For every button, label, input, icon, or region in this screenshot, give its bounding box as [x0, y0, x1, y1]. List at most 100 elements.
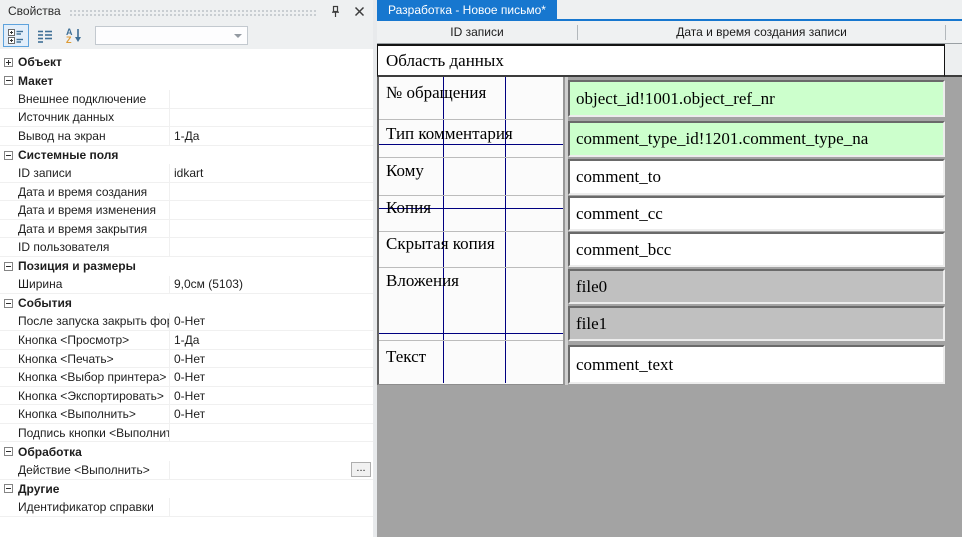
data-area-band[interactable]: Область данных	[377, 44, 945, 77]
collapse-icon[interactable]	[4, 151, 13, 160]
titlebar-grip	[69, 9, 317, 16]
collapse-icon[interactable]	[4, 299, 13, 308]
pin-button[interactable]	[325, 2, 345, 20]
form-field-label[interactable]: Копия	[386, 198, 431, 218]
property-row[interactable]: Подпись кнопки <Выполнить>	[0, 424, 373, 443]
property-value[interactable]: 1-Да	[169, 127, 373, 145]
property-name: Внешнее подключение	[0, 92, 169, 106]
property-row[interactable]: ID пользователя	[0, 238, 373, 257]
property-row[interactable]: Дата и время закрытия	[0, 220, 373, 239]
close-button[interactable]	[349, 2, 369, 20]
property-row[interactable]: Источник данных	[0, 109, 373, 128]
property-row[interactable]: Действие <Выполнить>...	[0, 461, 373, 480]
label-cell-separator	[379, 340, 563, 341]
property-name: Вывод на экран	[0, 129, 169, 143]
label-cell-separator	[379, 157, 563, 158]
property-name: Кнопка <Просмотр>	[0, 333, 169, 347]
property-value[interactable]	[169, 424, 373, 442]
property-value[interactable]: 9,0см (5103)	[169, 276, 373, 294]
property-row[interactable]: Идентификатор справки	[0, 498, 373, 517]
property-value[interactable]	[169, 183, 373, 201]
form-field-label[interactable]: Кому	[386, 161, 424, 181]
property-row[interactable]: Вывод на экран1-Да	[0, 127, 373, 146]
property-category-row[interactable]: Системные поля	[0, 146, 373, 165]
alphabetical-view-button[interactable]	[32, 24, 58, 47]
property-row[interactable]: Кнопка <Просмотр>1-Да	[0, 331, 373, 350]
property-value[interactable]: 0-Нет	[169, 368, 373, 386]
property-row[interactable]: ID записиidkart	[0, 164, 373, 183]
property-category-row[interactable]: Другие	[0, 480, 373, 499]
property-value[interactable]: idkart	[169, 164, 373, 182]
form-field-box[interactable]: file1	[568, 306, 945, 341]
alphabetical-view-icon	[36, 28, 54, 44]
form-field-box[interactable]: comment_type_id!1201.comment_type_na	[568, 121, 945, 157]
property-value[interactable]	[169, 109, 373, 127]
property-name: ID записи	[0, 166, 169, 180]
property-category-row[interactable]: Позиция и размеры	[0, 257, 373, 276]
collapse-icon[interactable]	[4, 447, 13, 456]
pin-icon	[329, 5, 342, 18]
property-row[interactable]: Кнопка <Печать>0-Нет	[0, 350, 373, 369]
property-value[interactable]: 0-Нет	[169, 387, 373, 405]
collapse-icon[interactable]	[4, 484, 13, 493]
categorized-view-button[interactable]	[3, 24, 29, 47]
collapse-icon[interactable]	[4, 262, 13, 271]
form-field-box[interactable]: comment_cc	[568, 196, 945, 231]
property-value[interactable]	[169, 461, 373, 479]
close-icon	[354, 6, 365, 17]
designer-grid-line-vertical	[443, 77, 444, 383]
property-category-row[interactable]: Макет	[0, 72, 373, 91]
property-value[interactable]: 1-Да	[169, 331, 373, 349]
property-value[interactable]	[169, 238, 373, 256]
form-field-box[interactable]: file0	[568, 269, 945, 304]
category-label: Позиция и размеры	[18, 259, 136, 273]
property-row[interactable]: Кнопка <Выбор принтера>0-Нет	[0, 368, 373, 387]
form-field-box[interactable]: object_id!1001.object_ref_nr	[568, 80, 945, 117]
properties-panel: Свойства	[0, 0, 373, 537]
chevron-down-icon	[234, 34, 242, 38]
property-value[interactable]	[169, 201, 373, 219]
form-field-label[interactable]: Скрытая копия	[386, 234, 495, 254]
form-field-label[interactable]: Вложения	[386, 271, 459, 291]
property-name: Дата и время создания	[0, 185, 169, 199]
property-row[interactable]: Дата и время изменения	[0, 201, 373, 220]
property-row[interactable]: Внешнее подключение	[0, 90, 373, 109]
form-field-label[interactable]: Текст	[386, 347, 426, 367]
form-field-box[interactable]: comment_bcc	[568, 232, 945, 267]
sort-az-button[interactable]: A Z	[61, 24, 87, 47]
designer-header-row: ID записи Дата и время создания записи	[377, 21, 962, 44]
property-row[interactable]: Дата и время создания	[0, 183, 373, 202]
property-name: Кнопка <Экспортировать>	[0, 389, 169, 403]
property-row[interactable]: Кнопка <Выполнить>0-Нет	[0, 405, 373, 424]
property-name: Кнопка <Выполнить>	[0, 407, 169, 421]
tab-designer-document[interactable]: Разработка - Новое письмо*	[377, 0, 557, 19]
property-row[interactable]: Ширина9,0см (5103)	[0, 276, 373, 295]
form-field-box[interactable]: comment_to	[568, 159, 945, 195]
form-field-box[interactable]: comment_text	[568, 345, 945, 384]
property-category-row[interactable]: Объект	[0, 53, 373, 72]
expand-icon[interactable]	[4, 58, 13, 67]
property-value[interactable]	[169, 498, 373, 516]
property-value[interactable]: 0-Нет	[169, 313, 373, 331]
form-label-column: № обращения Тип комментария Кому Копия Скрыт…	[377, 77, 565, 385]
property-grid: ОбъектМакетВнешнее подключение Источник д…	[0, 49, 373, 537]
form-field-label[interactable]: Тип комментария	[386, 124, 513, 144]
property-row[interactable]: Кнопка <Экспортировать>0-Нет	[0, 387, 373, 406]
property-category-row[interactable]: События	[0, 294, 373, 313]
ellipsis-button[interactable]: ...	[351, 462, 371, 477]
property-category-row[interactable]: Обработка	[0, 442, 373, 461]
form-field-label[interactable]: № обращения	[386, 83, 486, 103]
category-label: Системные поля	[18, 148, 118, 162]
property-object-combobox[interactable]	[95, 26, 248, 45]
label-cell-separator	[379, 119, 563, 120]
collapse-icon[interactable]	[4, 76, 13, 85]
property-value[interactable]: 0-Нет	[169, 405, 373, 423]
property-value[interactable]: 0-Нет	[169, 350, 373, 368]
property-name: Действие <Выполнить>	[0, 463, 169, 477]
header-cell-record-id: ID записи	[377, 21, 577, 43]
property-value[interactable]	[169, 90, 373, 108]
category-label: Другие	[18, 482, 59, 496]
property-name: ID пользователя	[0, 240, 169, 254]
property-row[interactable]: После запуска закрыть форму0-Нет	[0, 313, 373, 332]
property-value[interactable]	[169, 220, 373, 238]
